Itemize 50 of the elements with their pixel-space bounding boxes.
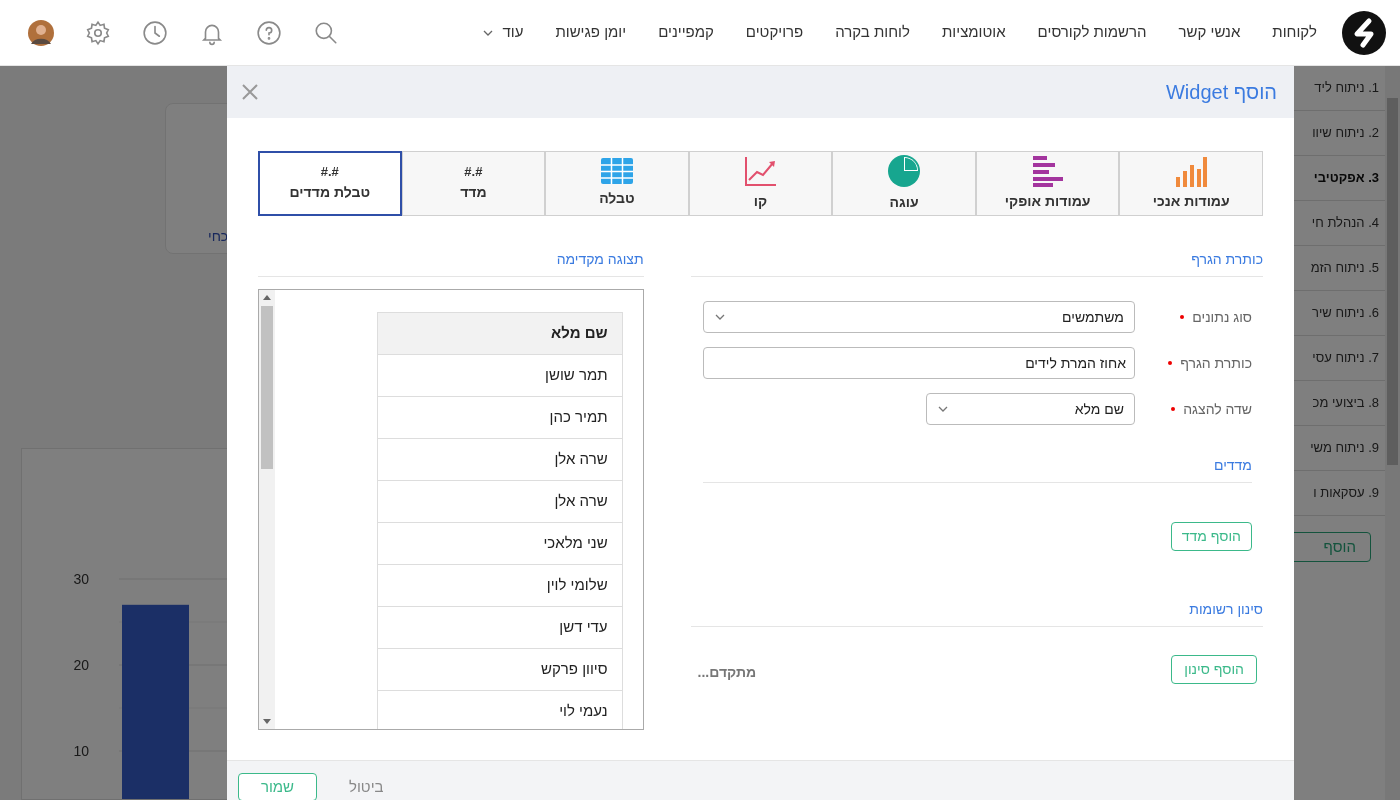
chart-type-tile[interactable]: עמודות אופקי: [975, 151, 1120, 216]
field-label: סוג נתונים: [1192, 307, 1252, 327]
metric-symbol: #.#: [464, 164, 483, 178]
settings-icon[interactable]: [85, 19, 111, 46]
nav-link[interactable]: פרויקטים: [745, 21, 804, 44]
help-icon[interactable]: [256, 19, 282, 46]
pie-chart-icon: [887, 154, 922, 188]
nav-link[interactable]: לקוחות: [1272, 21, 1317, 44]
chart-type-tile[interactable]: #.# טבלת מדדים: [258, 151, 402, 216]
section-heading: מדדים: [702, 455, 1252, 483]
logo[interactable]: [1341, 9, 1387, 56]
nav-link[interactable]: לוחות בקרה: [835, 21, 910, 44]
field-label: שדה להצגה: [1183, 399, 1252, 419]
chart-type-tile[interactable]: טבלה: [545, 151, 689, 216]
nav-link[interactable]: אנשי קשר: [1178, 21, 1241, 44]
select-field[interactable]: משתמשים: [703, 301, 1135, 333]
axis-tick-label: 20: [73, 657, 89, 673]
scrollbar[interactable]: [259, 290, 275, 729]
nav-link[interactable]: קמפיינים: [658, 21, 714, 44]
line-chart-icon: [743, 155, 778, 187]
more-menu[interactable]: עוד: [482, 21, 524, 44]
close-icon[interactable]: [241, 83, 259, 101]
horizontal-bar-icon: [1030, 155, 1065, 187]
search-icon[interactable]: [313, 19, 339, 46]
dialog-title: הוסף Widget: [1165, 80, 1277, 105]
chart-type-tile[interactable]: עוגה: [832, 151, 976, 216]
card-link[interactable]: כחי: [208, 226, 229, 247]
nav-link[interactable]: יומן פגישות: [555, 21, 627, 44]
chart-type-tile[interactable]: עמודות אנכי: [1119, 151, 1263, 216]
select-field[interactable]: שם מלא: [926, 393, 1135, 425]
avatar[interactable]: [28, 19, 54, 46]
chart-type-tile[interactable]: קו: [688, 151, 833, 216]
scroll-down-icon: [263, 719, 271, 725]
bar-chart-icon: [1175, 155, 1208, 187]
text-field[interactable]: אחוז המרת לידים: [703, 347, 1135, 379]
axis-tick-label: 30: [73, 571, 89, 587]
nav-link[interactable]: הרשמות לקורסים: [1037, 21, 1147, 44]
axis-tick-label: 10: [73, 743, 89, 759]
table-icon: [600, 158, 633, 184]
section-heading: תצוגה מקדימה: [258, 249, 644, 277]
field-label: כותרת הגרף: [1180, 353, 1252, 373]
nav-link[interactable]: אוטומציות: [941, 21, 1006, 44]
scroll-up-icon: [263, 294, 271, 300]
section-heading: כותרת הגרף: [690, 249, 1263, 277]
section-heading: סינון רשומות: [690, 599, 1263, 627]
metric-symbol: #.#: [320, 164, 339, 178]
chart-type-tile[interactable]: #.# מדד: [401, 151, 546, 216]
clock-icon[interactable]: [142, 19, 168, 46]
table-header: שם מלא: [377, 313, 622, 355]
advanced-link[interactable]: מתקדם...: [697, 662, 757, 683]
